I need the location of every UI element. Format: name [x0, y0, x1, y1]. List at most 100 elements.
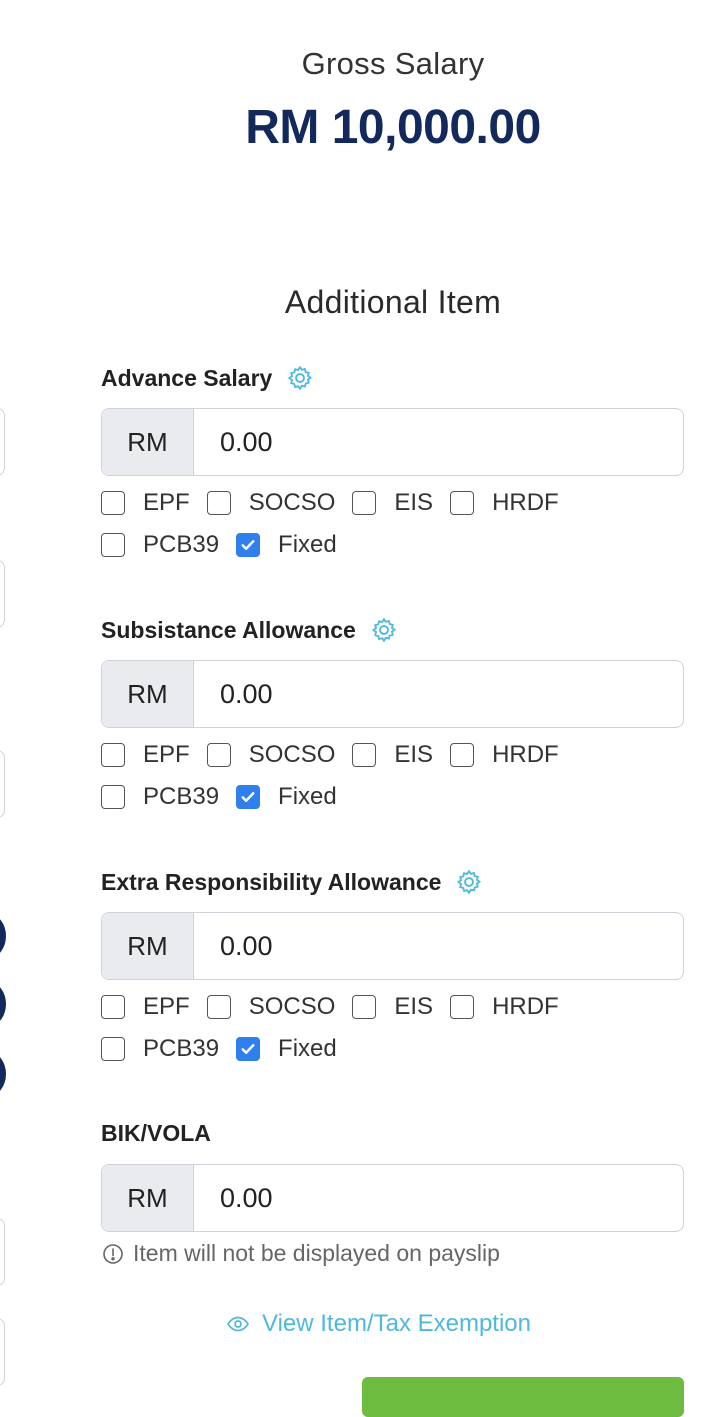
pcb39-checkbox[interactable]: PCB39	[101, 531, 219, 559]
extra-responsibility-allowance-input-group: RM	[101, 912, 684, 980]
hrdf-checkbox[interactable]: HRDF	[450, 993, 559, 1021]
checkbox-box[interactable]	[352, 743, 377, 767]
payslip-note: Item will not be displayed on payslip	[101, 1240, 500, 1267]
extra-responsibility-allowance-label: Extra Responsibility Allowance	[101, 868, 483, 896]
bik-vola-input-group: RM	[101, 1164, 684, 1232]
advance-salary-options-row-2: PCB39 Fixed	[101, 530, 354, 560]
checkbox-box[interactable]	[450, 995, 475, 1019]
left-column-input-fragment	[0, 1218, 5, 1286]
epf-checkbox[interactable]: EPF	[101, 993, 190, 1021]
checkbox-box[interactable]	[206, 995, 231, 1019]
subsistance-allowance-options-row-2: PCB39 Fixed	[101, 782, 354, 812]
pcb39-checkbox[interactable]: PCB39	[101, 783, 219, 811]
checkbox-label: HRDF	[492, 489, 559, 516]
currency-prefix: RM	[102, 661, 194, 727]
subsistance-allowance-input[interactable]	[194, 661, 683, 727]
subsistance-allowance-label: Subsistance Allowance	[101, 616, 398, 644]
checkbox-box[interactable]	[352, 995, 377, 1019]
currency-prefix: RM	[102, 409, 194, 475]
subsistance-allowance-input-group: RM	[101, 660, 684, 728]
checkbox-label: EIS	[394, 741, 434, 768]
checkbox-label: Fixed	[278, 1035, 337, 1062]
checkbox-label: SOCSO	[248, 741, 336, 768]
view-item-tax-exemption-link[interactable]: View Item/Tax Exemption	[226, 1310, 531, 1338]
socso-checkbox[interactable]: SOCSO	[206, 741, 336, 769]
hrdf-checkbox[interactable]: HRDF	[450, 489, 559, 517]
submit-button[interactable]	[362, 1377, 684, 1417]
checkbox-box[interactable]	[101, 743, 125, 767]
left-column-input-fragment	[0, 408, 5, 476]
left-column-input-fragment	[0, 750, 5, 818]
extra-responsibility-options-row-1: EPF SOCSO EIS HRDF	[101, 992, 576, 1022]
checkbox-box[interactable]	[352, 491, 377, 515]
extra-responsibility-allowance-input[interactable]	[194, 913, 683, 979]
checkbox-label: PCB39	[143, 531, 220, 558]
checkbox-label: EIS	[394, 993, 434, 1020]
epf-checkbox[interactable]: EPF	[101, 741, 190, 769]
checkbox-label: PCB39	[143, 1035, 220, 1062]
checkbox-label: Fixed	[278, 783, 337, 810]
eis-checkbox[interactable]: EIS	[352, 741, 433, 769]
bik-vola-input[interactable]	[194, 1165, 683, 1231]
checkbox-box[interactable]	[206, 491, 231, 515]
checkbox-box[interactable]	[101, 785, 125, 809]
subsistance-allowance-options-row-1: EPF SOCSO EIS HRDF	[101, 740, 576, 770]
item-label-text: Subsistance Allowance	[101, 616, 356, 643]
item-label-text: Advance Salary	[101, 364, 273, 391]
advance-salary-options-row-1: EPF SOCSO EIS HRDF	[101, 488, 576, 518]
fixed-checkbox[interactable]: Fixed	[236, 783, 337, 811]
checkbox-label: EIS	[394, 489, 434, 516]
checkbox-label: EPF	[143, 489, 190, 516]
checkbox-label: EPF	[143, 741, 190, 768]
additional-item-title: Additional Item	[284, 284, 502, 320]
checkbox-box[interactable]	[101, 995, 125, 1019]
checkbox-box[interactable]	[101, 1037, 125, 1061]
checkbox-label: HRDF	[492, 741, 559, 768]
checkbox-box[interactable]	[101, 533, 125, 557]
eis-checkbox[interactable]: EIS	[352, 993, 433, 1021]
checkbox-label: PCB39	[143, 783, 220, 810]
payslip-note-text: Item will not be displayed on payslip	[133, 1240, 500, 1266]
currency-prefix: RM	[102, 1165, 194, 1231]
checkbox-box[interactable]	[206, 743, 231, 767]
gear-icon[interactable]	[455, 868, 483, 896]
item-label-text: BIK/VOLA	[101, 1120, 211, 1146]
checkbox-box[interactable]	[101, 491, 125, 515]
hrdf-checkbox[interactable]: HRDF	[450, 741, 559, 769]
checkmark-icon	[241, 792, 255, 802]
left-column-input-fragment	[0, 1318, 5, 1386]
item-label-text: Extra Responsibility Allowance	[101, 868, 442, 895]
gross-salary-value: RM 10,000.00	[245, 101, 541, 154]
left-column-avatar-fragment	[0, 982, 6, 1026]
checkbox-box-checked[interactable]	[236, 785, 261, 809]
extra-responsibility-options-row-2: PCB39 Fixed	[101, 1034, 354, 1064]
left-column-avatar-fragment	[0, 1052, 6, 1096]
fixed-checkbox[interactable]: Fixed	[236, 531, 337, 559]
socso-checkbox[interactable]: SOCSO	[206, 489, 336, 517]
pcb39-checkbox[interactable]: PCB39	[101, 1035, 219, 1063]
checkbox-box-checked[interactable]	[236, 1037, 261, 1061]
bik-vola-label: BIK/VOLA	[101, 1120, 211, 1147]
checkbox-box-checked[interactable]	[236, 533, 261, 557]
eye-icon	[226, 1312, 250, 1336]
view-link-text: View Item/Tax Exemption	[262, 1310, 532, 1337]
gear-icon[interactable]	[370, 616, 398, 644]
checkbox-box[interactable]	[450, 491, 475, 515]
currency-prefix: RM	[102, 913, 194, 979]
left-column-avatar-fragment	[0, 914, 6, 958]
gross-salary-label: Gross Salary	[301, 46, 485, 81]
checkbox-label: HRDF	[492, 993, 559, 1020]
checkmark-icon	[241, 1044, 255, 1054]
epf-checkbox[interactable]: EPF	[101, 489, 190, 517]
checkbox-label: EPF	[143, 993, 190, 1020]
checkbox-label: SOCSO	[248, 993, 336, 1020]
checkbox-box[interactable]	[450, 743, 475, 767]
socso-checkbox[interactable]: SOCSO	[206, 993, 336, 1021]
checkbox-label: SOCSO	[248, 489, 336, 516]
advance-salary-input[interactable]	[194, 409, 683, 475]
eis-checkbox[interactable]: EIS	[352, 489, 433, 517]
fixed-checkbox[interactable]: Fixed	[236, 1035, 337, 1063]
advance-salary-label: Advance Salary	[101, 364, 314, 392]
gear-icon[interactable]	[286, 364, 314, 392]
checkmark-icon	[241, 540, 255, 550]
